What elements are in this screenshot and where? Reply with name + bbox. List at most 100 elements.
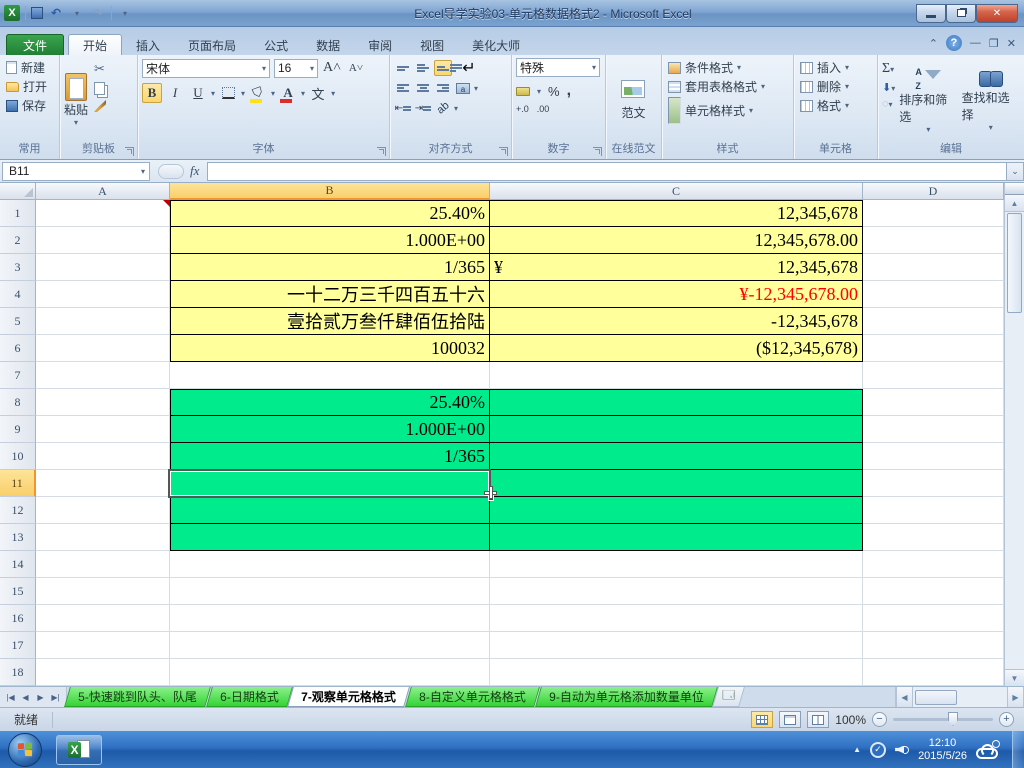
cell-B15[interactable] bbox=[170, 578, 490, 605]
horizontal-scrollbar[interactable]: ◀ ▶ bbox=[895, 687, 1024, 707]
cell-A11[interactable] bbox=[36, 470, 170, 497]
cell-A13[interactable] bbox=[36, 524, 170, 551]
cell-A15[interactable] bbox=[36, 578, 170, 605]
top-align-icon[interactable] bbox=[394, 60, 412, 76]
restore-button[interactable] bbox=[946, 3, 976, 23]
cell-A5[interactable] bbox=[36, 308, 170, 335]
cell-C16[interactable] bbox=[490, 605, 863, 632]
font-size-select[interactable]: 16 ▾ bbox=[274, 58, 318, 78]
align-right-icon[interactable] bbox=[434, 80, 452, 96]
accounting-format-icon[interactable] bbox=[516, 86, 530, 96]
comma-style-icon[interactable]: , bbox=[567, 82, 571, 100]
fanwen-button[interactable]: 范文 bbox=[621, 58, 646, 142]
horizontal-scroll-thumb[interactable] bbox=[915, 689, 957, 705]
cell-B14[interactable] bbox=[170, 551, 490, 578]
delete-cells-button[interactable]: 删除 ▾ bbox=[798, 77, 873, 96]
prev-sheet-icon[interactable]: ◀ bbox=[19, 693, 32, 702]
vertical-scroll-thumb[interactable] bbox=[1007, 213, 1022, 313]
cell-C18[interactable] bbox=[490, 659, 863, 686]
cell-B16[interactable] bbox=[170, 605, 490, 632]
orientation-icon[interactable]: ab bbox=[434, 99, 452, 116]
ribbon-tab-视图[interactable]: 视图 bbox=[406, 35, 458, 57]
cell-B10[interactable]: 1/365 bbox=[170, 443, 490, 470]
cell-D5[interactable] bbox=[863, 308, 1004, 335]
clipboard-dialog-launcher[interactable] bbox=[125, 147, 134, 156]
cell-A7[interactable] bbox=[36, 362, 170, 389]
fill-color-icon[interactable]: ⛉ bbox=[248, 83, 268, 103]
scroll-down-icon[interactable]: ▼ bbox=[1005, 669, 1024, 686]
sheet-tab-5-快速跳到队头、队尾[interactable]: 5-快速跳到队头、队尾 bbox=[64, 687, 211, 707]
row-header-9[interactable]: 9 bbox=[0, 416, 36, 443]
start-button[interactable] bbox=[8, 732, 42, 767]
scroll-up-icon[interactable]: ▲ bbox=[1005, 195, 1024, 212]
paste-button[interactable]: 粘贴 ▾ bbox=[64, 58, 88, 142]
show-desktop-button[interactable] bbox=[1012, 731, 1024, 768]
align-center-icon[interactable] bbox=[414, 80, 432, 96]
first-sheet-icon[interactable]: |◀ bbox=[4, 693, 17, 702]
cell-A3[interactable] bbox=[36, 254, 170, 281]
row-header-11[interactable]: 11 bbox=[0, 470, 36, 497]
zoom-in-icon[interactable]: + bbox=[999, 712, 1014, 727]
cell-C11[interactable] bbox=[490, 470, 863, 497]
row-header-1[interactable]: 1 bbox=[0, 200, 36, 227]
redo-icon[interactable]: ↷ bbox=[90, 6, 106, 20]
row-header-5[interactable]: 5 bbox=[0, 308, 36, 335]
sheet-tab-7-观察单元格格式[interactable]: 7-观察单元格格式 bbox=[287, 687, 410, 707]
taskbar-clock[interactable]: 12:10 2015/5/26 bbox=[918, 737, 967, 763]
expand-formula-bar-icon[interactable]: ⌄ bbox=[1006, 161, 1024, 181]
ribbon-tab-插入[interactable]: 插入 bbox=[122, 35, 174, 57]
cell-D6[interactable] bbox=[863, 335, 1004, 362]
cell-A12[interactable] bbox=[36, 497, 170, 524]
column-header-D[interactable]: D bbox=[863, 183, 1004, 200]
cell-C6[interactable]: ($12,345,678) bbox=[490, 335, 863, 362]
selection-box-B11[interactable] bbox=[168, 469, 494, 501]
copy-icon[interactable] bbox=[94, 82, 106, 95]
next-sheet-icon[interactable]: ▶ bbox=[34, 693, 47, 702]
alignment-dialog-launcher[interactable] bbox=[499, 147, 508, 156]
cell-D10[interactable] bbox=[863, 443, 1004, 470]
wrap-text-icon[interactable]: ↵ bbox=[450, 60, 476, 77]
name-box-dropdown-icon[interactable]: ▾ bbox=[141, 167, 149, 176]
cut-icon[interactable]: ✂ bbox=[94, 61, 106, 77]
cell-C2[interactable]: 12,345,678.00 bbox=[490, 227, 863, 254]
cell-B18[interactable] bbox=[170, 659, 490, 686]
cell-D2[interactable] bbox=[863, 227, 1004, 254]
column-header-A[interactable]: A bbox=[36, 183, 170, 200]
row-header-18[interactable]: 18 bbox=[0, 659, 36, 686]
cell-B2[interactable]: 1.000E+00 bbox=[170, 227, 490, 254]
ribbon-tab-美化大师[interactable]: 美化大师 bbox=[458, 35, 534, 57]
cell-B9[interactable]: 1.000E+00 bbox=[170, 416, 490, 443]
ribbon-tab-数据[interactable]: 数据 bbox=[302, 35, 354, 57]
cell-C17[interactable] bbox=[490, 632, 863, 659]
insert-function-icon[interactable]: fx bbox=[190, 163, 199, 179]
shrink-font-icon[interactable]: A˅ bbox=[346, 58, 366, 78]
cell-A16[interactable] bbox=[36, 605, 170, 632]
sort-filter-button[interactable]: AZ 排序和筛选 ▾ bbox=[899, 58, 957, 142]
undo-icon[interactable]: ↶ bbox=[48, 6, 64, 20]
cell-styles-button[interactable]: 单元格样式 ▾ bbox=[666, 96, 789, 125]
column-header-C[interactable]: C bbox=[490, 183, 863, 200]
cell-B3[interactable]: 1/365 bbox=[170, 254, 490, 281]
autosum-icon[interactable]: Σ▾ bbox=[882, 59, 895, 77]
minimize-button[interactable] bbox=[916, 3, 946, 23]
percent-style-icon[interactable]: % bbox=[548, 84, 560, 99]
cell-A14[interactable] bbox=[36, 551, 170, 578]
cell-A9[interactable] bbox=[36, 416, 170, 443]
cell-B5[interactable]: 壹拾贰万叁仟肆佰伍拾陆 bbox=[170, 308, 490, 335]
decrease-decimal-icon[interactable]: .00 bbox=[537, 104, 550, 114]
cell-D9[interactable] bbox=[863, 416, 1004, 443]
zoom-out-icon[interactable]: − bbox=[872, 712, 887, 727]
row-header-17[interactable]: 17 bbox=[0, 632, 36, 659]
cell-A17[interactable] bbox=[36, 632, 170, 659]
workbook-restore-icon[interactable]: ❐ bbox=[989, 37, 999, 50]
scroll-left-icon[interactable]: ◀ bbox=[896, 687, 913, 707]
cell-D14[interactable] bbox=[863, 551, 1004, 578]
format-cells-button[interactable]: 格式 ▾ bbox=[798, 96, 873, 115]
cell-B17[interactable] bbox=[170, 632, 490, 659]
undo-dropdown-icon[interactable]: ▾ bbox=[69, 9, 85, 18]
save-icon[interactable] bbox=[31, 7, 43, 19]
qat-customize-icon[interactable]: ▾ bbox=[117, 9, 133, 18]
help-icon[interactable]: ? bbox=[945, 35, 962, 51]
italic-button[interactable]: I bbox=[165, 83, 185, 103]
cell-A1[interactable] bbox=[36, 200, 170, 227]
